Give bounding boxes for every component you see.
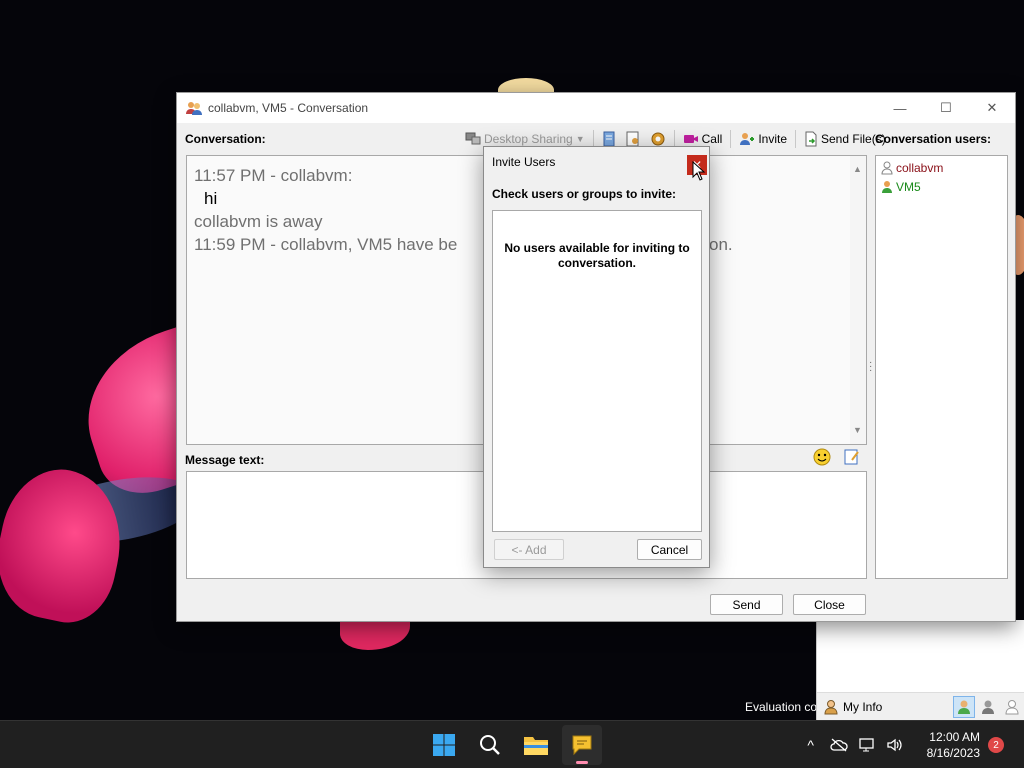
emoticon-icon[interactable]: [813, 448, 831, 466]
user-info-icon: [626, 131, 639, 147]
mouse-cursor-icon: [692, 161, 706, 181]
cancel-button[interactable]: Cancel: [637, 539, 702, 560]
message-toolbar: [813, 448, 861, 466]
status-offline-button[interactable]: [1001, 696, 1023, 718]
user-list-item[interactable]: collabvm: [881, 158, 1002, 177]
conversation-app-icon: [186, 102, 202, 115]
chevron-down-icon: ▼: [575, 134, 585, 144]
maximize-button[interactable]: ☐: [923, 93, 969, 123]
call-label: Call: [701, 132, 723, 146]
invite-instruction: Check users or groups to invite:: [492, 187, 677, 201]
taskbar: ^ 12:00 AM 8/16/2023 2: [0, 720, 1024, 768]
buddy-list-bottom-bar: My Info: [817, 692, 1024, 720]
minimize-button[interactable]: —: [877, 93, 923, 123]
invite-button[interactable]: Invite: [736, 131, 790, 147]
window-controls: — ☐ ✕: [877, 93, 1015, 123]
network-icon[interactable]: [853, 738, 881, 752]
invite-users-dialog[interactable]: Invite Users ✕ Check users or groups to …: [483, 146, 710, 568]
conversation-scrollbar[interactable]: ▲ ▼: [850, 156, 866, 444]
history-book-icon: [603, 131, 615, 147]
user-list-item[interactable]: VM5: [881, 177, 1002, 196]
history-button[interactable]: [599, 131, 619, 147]
windows-logo-icon: [433, 734, 455, 756]
toolbar-separator: [795, 130, 796, 148]
online-user-icon: [882, 180, 892, 193]
window-title: collabvm, VM5 - Conversation: [208, 101, 369, 115]
evaluation-watermark: Evaluation co: [745, 700, 817, 714]
my-info-label: My Info: [843, 699, 883, 714]
status-buttons: [953, 695, 1024, 718]
gear-icon: [651, 132, 665, 146]
offline-user-icon: [881, 161, 893, 174]
conversation-users-label: Conversation users:: [875, 132, 992, 146]
chat-bubble-icon: [572, 735, 592, 756]
settings-button[interactable]: [647, 131, 669, 147]
clock-time: 12:00 AM: [929, 730, 980, 744]
call-button[interactable]: Call: [680, 132, 726, 146]
send-file-icon: [805, 131, 817, 147]
message-text-start: 11:59 PM - collabvm, VM5 have be: [194, 235, 458, 254]
away-user-icon: [982, 700, 994, 714]
invite-label: Invite: [758, 132, 787, 146]
desktop-sharing-button[interactable]: Desktop Sharing ▼: [462, 132, 588, 146]
folder-icon: [524, 737, 548, 755]
status-online-button[interactable]: [953, 695, 975, 718]
title-bar[interactable]: collabvm, VM5 - Conversation — ☐ ✕: [177, 93, 1015, 123]
buddy-list-window[interactable]: My Info: [816, 620, 1024, 720]
invite-users-icon: [740, 133, 755, 145]
start-button[interactable]: [424, 725, 464, 765]
search-button[interactable]: [470, 725, 510, 765]
taskbar-apps: [424, 725, 602, 765]
message-text-end: on.: [709, 235, 733, 254]
status-away-button[interactable]: [977, 696, 999, 718]
send-button[interactable]: Send: [710, 594, 783, 615]
close-button[interactable]: ✕: [969, 93, 1015, 123]
scroll-down-arrow[interactable]: ▼: [853, 419, 862, 442]
search-icon: [480, 735, 500, 755]
conversation-users-list[interactable]: collabvm VM5: [875, 155, 1008, 579]
system-tray: ^ 12:00 AM 8/16/2023 2: [797, 721, 1024, 768]
clock[interactable]: 12:00 AM 8/16/2023: [927, 729, 980, 761]
messenger-app-button[interactable]: [562, 725, 602, 765]
toolbar-separator: [730, 130, 732, 148]
volume-icon[interactable]: [881, 738, 909, 752]
my-info-icon: [824, 699, 838, 714]
invite-users-list[interactable]: No users available for inviting to conve…: [492, 210, 702, 532]
dialog-title-bar[interactable]: Invite Users: [484, 147, 709, 177]
message-text-label: Message text:: [185, 453, 265, 467]
conversation-label: Conversation:: [185, 132, 266, 146]
pane-splitter[interactable]: · · ·: [869, 358, 872, 376]
close-conversation-button[interactable]: Close: [793, 594, 866, 615]
user-name: VM5: [896, 179, 921, 194]
dialog-title: Invite Users: [492, 155, 556, 169]
add-button[interactable]: <- Add: [494, 539, 564, 560]
notification-badge[interactable]: 2: [988, 737, 1004, 753]
empty-list-message: No users available for inviting to conve…: [504, 241, 690, 270]
offline-user-icon: [1005, 699, 1019, 714]
video-call-icon: [683, 135, 698, 143]
online-user-icon: [958, 700, 970, 714]
my-info-button[interactable]: My Info: [817, 699, 882, 715]
clock-date: 8/16/2023: [926, 746, 980, 760]
desktop-sharing-label: Desktop Sharing: [484, 132, 573, 146]
desktop-sharing-icon: [465, 132, 481, 145]
user-name: collabvm: [896, 160, 944, 175]
format-text-icon[interactable]: [843, 448, 861, 466]
user-info-button[interactable]: [622, 131, 644, 147]
cloud-offline-icon[interactable]: [825, 738, 853, 752]
show-hidden-icons-button[interactable]: ^: [797, 737, 825, 753]
file-explorer-button[interactable]: [516, 725, 556, 765]
scroll-up-arrow[interactable]: ▲: [853, 158, 862, 181]
